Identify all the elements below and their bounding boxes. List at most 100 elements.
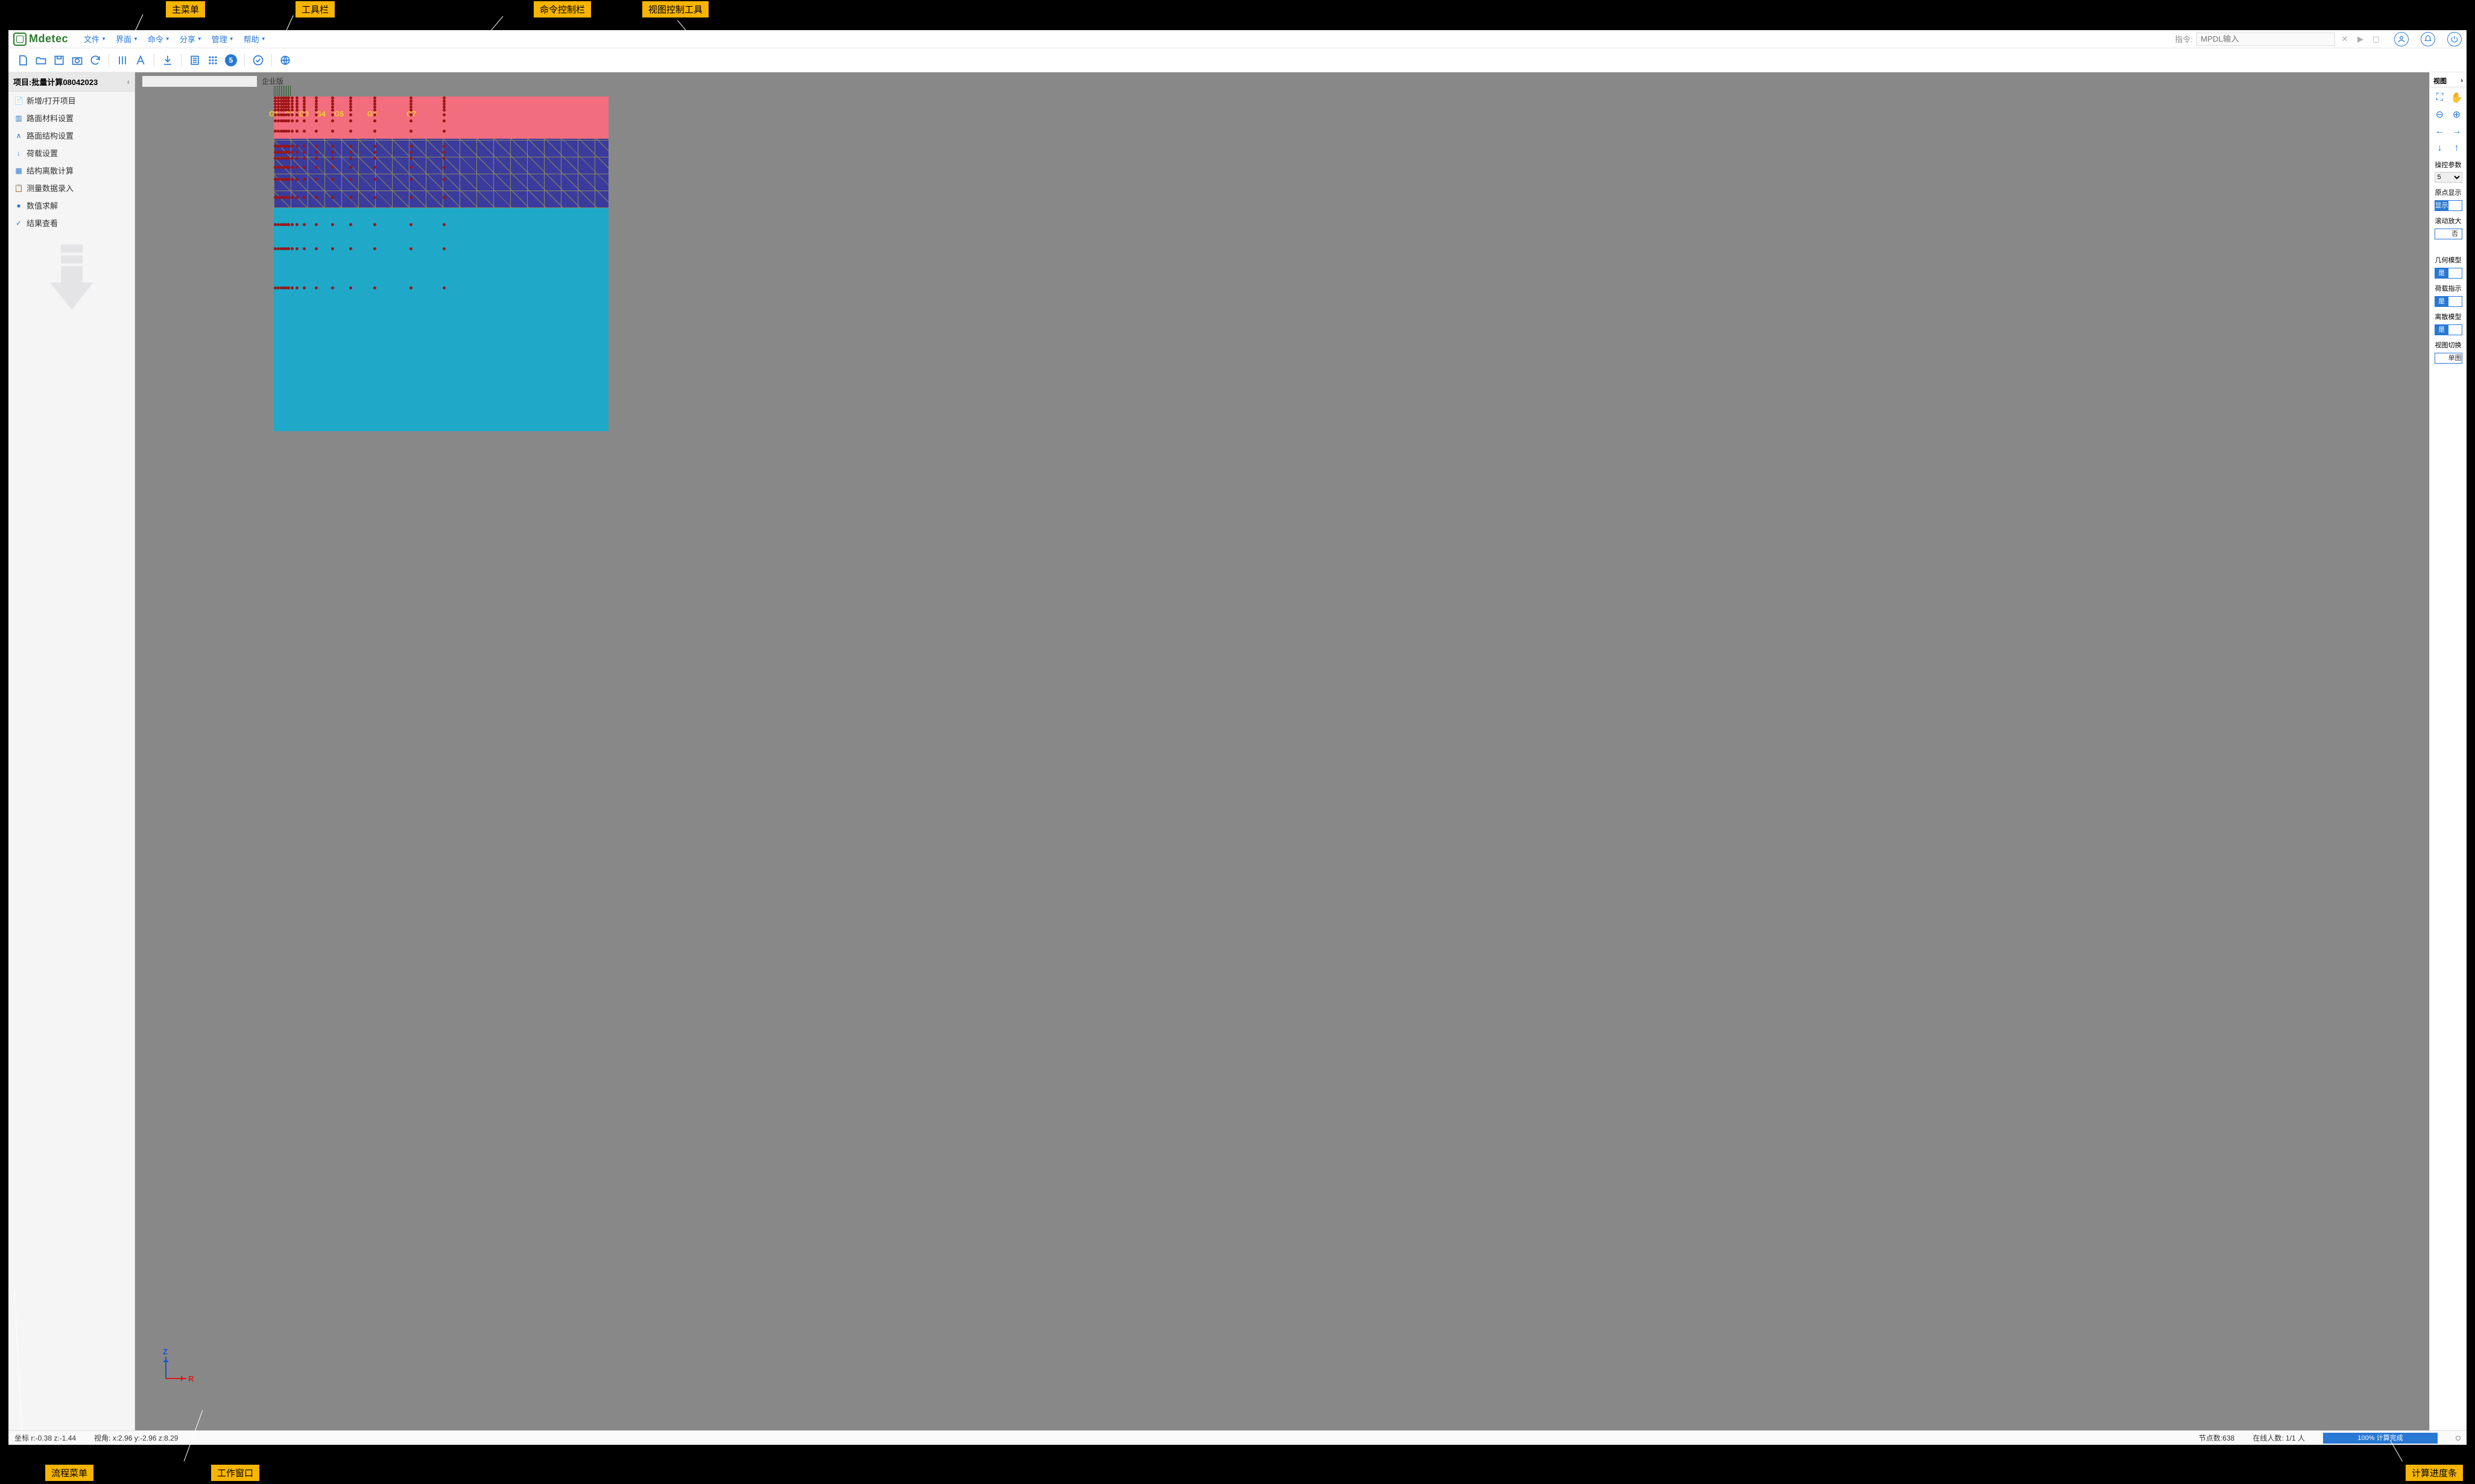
doc-icon: 📄	[14, 96, 23, 105]
arrow-up-icon[interactable]: ↑	[2450, 142, 2464, 155]
tb-refresh-icon[interactable]	[87, 52, 104, 69]
scroll-toggle[interactable]: 否	[2435, 229, 2462, 239]
measure-icon: 📋	[14, 184, 23, 192]
sidebar-collapse-icon[interactable]: ‹	[127, 77, 130, 86]
tb-new-icon[interactable]	[14, 52, 31, 69]
origin-toggle[interactable]: 显示	[2435, 200, 2462, 211]
g-label: G5	[334, 110, 344, 118]
status-coord: 坐标 r:-0.38 z:-1.44	[14, 1433, 76, 1443]
scroll-label: 滚动放大	[2435, 216, 2462, 226]
view-panel-title: 视图›	[2431, 75, 2465, 87]
logo-icon	[13, 33, 27, 46]
progress-bar: 100% 计算完成	[2323, 1433, 2438, 1444]
status-nodes: 节点数:638	[2199, 1433, 2234, 1443]
tb-sep	[271, 54, 272, 67]
annot-viewtools: 视图控制工具	[642, 1, 709, 17]
switch-label: 视图切换	[2435, 340, 2462, 350]
edition-label: 企业版	[262, 76, 283, 86]
panel-expand-icon[interactable]: ›	[2461, 77, 2463, 84]
cmd-run-icon[interactable]: ▶	[2354, 33, 2366, 45]
load-label: 荷载指示	[2435, 283, 2462, 293]
annot-work: 工作窗口	[211, 1465, 259, 1481]
toolbar: 5	[8, 48, 2467, 72]
solve-icon: ●	[14, 201, 23, 210]
result-icon: ✓	[14, 219, 23, 227]
arrow-right-icon[interactable]: →	[2450, 125, 2464, 138]
user-icon[interactable]	[2394, 32, 2409, 46]
params-label: 操控参数	[2435, 160, 2462, 169]
cmd-input[interactable]	[2196, 33, 2335, 46]
annot-toolbar: 工具栏	[296, 1, 335, 17]
disc-label: 离散模型	[2435, 312, 2462, 321]
cmd-label: 指令:	[2175, 33, 2193, 45]
zoom-in-icon[interactable]: ⊕	[2450, 108, 2464, 121]
sidebar-item-measure[interactable]: 📋测量数据录入	[8, 179, 134, 197]
app-window: Mdetec 文件▼ 界面▼ 命令▼ 分享▼ 管理▼ 帮助▼ 指令: ✕ ▶ ▢	[8, 30, 2467, 1445]
sidebar-item-material[interactable]: ▥路面材料设置	[8, 109, 134, 127]
menubar: Mdetec 文件▼ 界面▼ 命令▼ 分享▼ 管理▼ 帮助▼ 指令: ✕ ▶ ▢	[8, 30, 2467, 48]
fit-icon[interactable]: ⛶	[2433, 91, 2447, 104]
switch-toggle[interactable]: 单图	[2435, 353, 2462, 364]
tb-solve-icon[interactable]: 5	[223, 52, 239, 69]
sidebar-item-result[interactable]: ✓结果查看	[8, 214, 134, 232]
zoom-out-icon[interactable]: ⊖	[2433, 108, 2447, 121]
disc-toggle[interactable]: 是	[2435, 324, 2462, 335]
sidebar-item-load[interactable]: ↓荷载设置	[8, 144, 134, 162]
params-select[interactable]: 5	[2435, 172, 2462, 183]
cmd-window-icon[interactable]: ▢	[2370, 33, 2382, 45]
annot-cmdbar: 命令控制栏	[534, 1, 591, 17]
tb-material-icon[interactable]	[114, 52, 131, 69]
tb-open-icon[interactable]	[33, 52, 49, 69]
flow-arrow-icon	[45, 244, 99, 318]
grid-icon: ▦	[14, 166, 23, 175]
structure-icon: ∧	[14, 131, 23, 140]
arrow-down-icon[interactable]: ↓	[2433, 142, 2447, 155]
material-icon: ▥	[14, 114, 23, 122]
logo-text: Mdetec	[29, 33, 68, 45]
menu-help[interactable]: 帮助▼	[239, 33, 271, 45]
sidebar-item-solve[interactable]: ●数值求解	[8, 197, 134, 214]
power-icon[interactable]	[2447, 32, 2462, 46]
status-bar: 坐标 r:-0.38 z:-1.44 视角: x:2.96 y:-2.96 z:…	[8, 1430, 2467, 1445]
load-icon: ↓	[14, 149, 23, 157]
layer-3	[274, 208, 608, 431]
status-angle: 视角: x:2.96 y:-2.96 z:8.29	[94, 1433, 178, 1443]
tb-globe-icon[interactable]	[277, 52, 294, 69]
menu-command[interactable]: 命令▼	[143, 33, 175, 45]
sidebar-title: 项目:批量计算08042023 ‹	[8, 72, 134, 92]
geom-label: 几何模型	[2435, 255, 2462, 265]
annot-progress: 计算进度条	[2406, 1465, 2463, 1481]
model-view: G1 G2 G3 G4 G5 G6 G7	[274, 96, 608, 431]
menu-manage[interactable]: 管理▼	[207, 33, 239, 45]
menu-interface[interactable]: 界面▼	[111, 33, 143, 45]
tb-check-icon[interactable]	[250, 52, 267, 69]
cmd-clear-icon[interactable]: ✕	[2339, 33, 2351, 45]
tb-save-icon[interactable]	[51, 52, 68, 69]
sidebar-item-new[interactable]: 📄新增/打开项目	[8, 92, 134, 109]
tb-structure-icon[interactable]	[132, 52, 149, 69]
tb-camera-icon[interactable]	[69, 52, 86, 69]
geom-toggle[interactable]: 是	[2435, 268, 2462, 279]
tb-grid-icon[interactable]	[204, 52, 221, 69]
main-body: 项目:批量计算08042023 ‹ 📄新增/打开项目 ▥路面材料设置 ∧路面结构…	[8, 72, 2467, 1430]
view-panel: 视图› ⛶ ✋ ⊖ ⊕ ← → ↓ ↑ 操控参数 5 原点显示 显示 滚动放大 …	[2429, 72, 2467, 1430]
bell-icon[interactable]	[2421, 32, 2435, 46]
tb-sep	[181, 54, 182, 67]
menu-file[interactable]: 文件▼	[79, 33, 111, 45]
status-online: 在线人数: 1/1 人	[2252, 1433, 2305, 1443]
status-indicator-icon	[2456, 1436, 2461, 1441]
load-toggle[interactable]: 是	[2435, 296, 2462, 307]
work-canvas[interactable]: 企业版 G1 G2 G3 G4 G5 G6 G7 Z R	[135, 72, 2429, 1430]
tb-download-icon[interactable]	[159, 52, 176, 69]
origin-label: 原点显示	[2435, 188, 2462, 197]
pan-icon[interactable]: ✋	[2450, 91, 2464, 104]
menu-share[interactable]: 分享▼	[175, 33, 207, 45]
sidebar-item-discrete[interactable]: ▦结构离散计算	[8, 162, 134, 179]
arrow-left-icon[interactable]: ←	[2433, 125, 2447, 138]
sidebar: 项目:批量计算08042023 ‹ 📄新增/打开项目 ▥路面材料设置 ∧路面结构…	[8, 72, 135, 1430]
tb-sep	[244, 54, 245, 67]
sidebar-item-structure[interactable]: ∧路面结构设置	[8, 127, 134, 144]
tb-list-icon[interactable]	[186, 52, 203, 69]
layer-2	[274, 139, 608, 208]
canvas-title-bg	[142, 76, 257, 87]
